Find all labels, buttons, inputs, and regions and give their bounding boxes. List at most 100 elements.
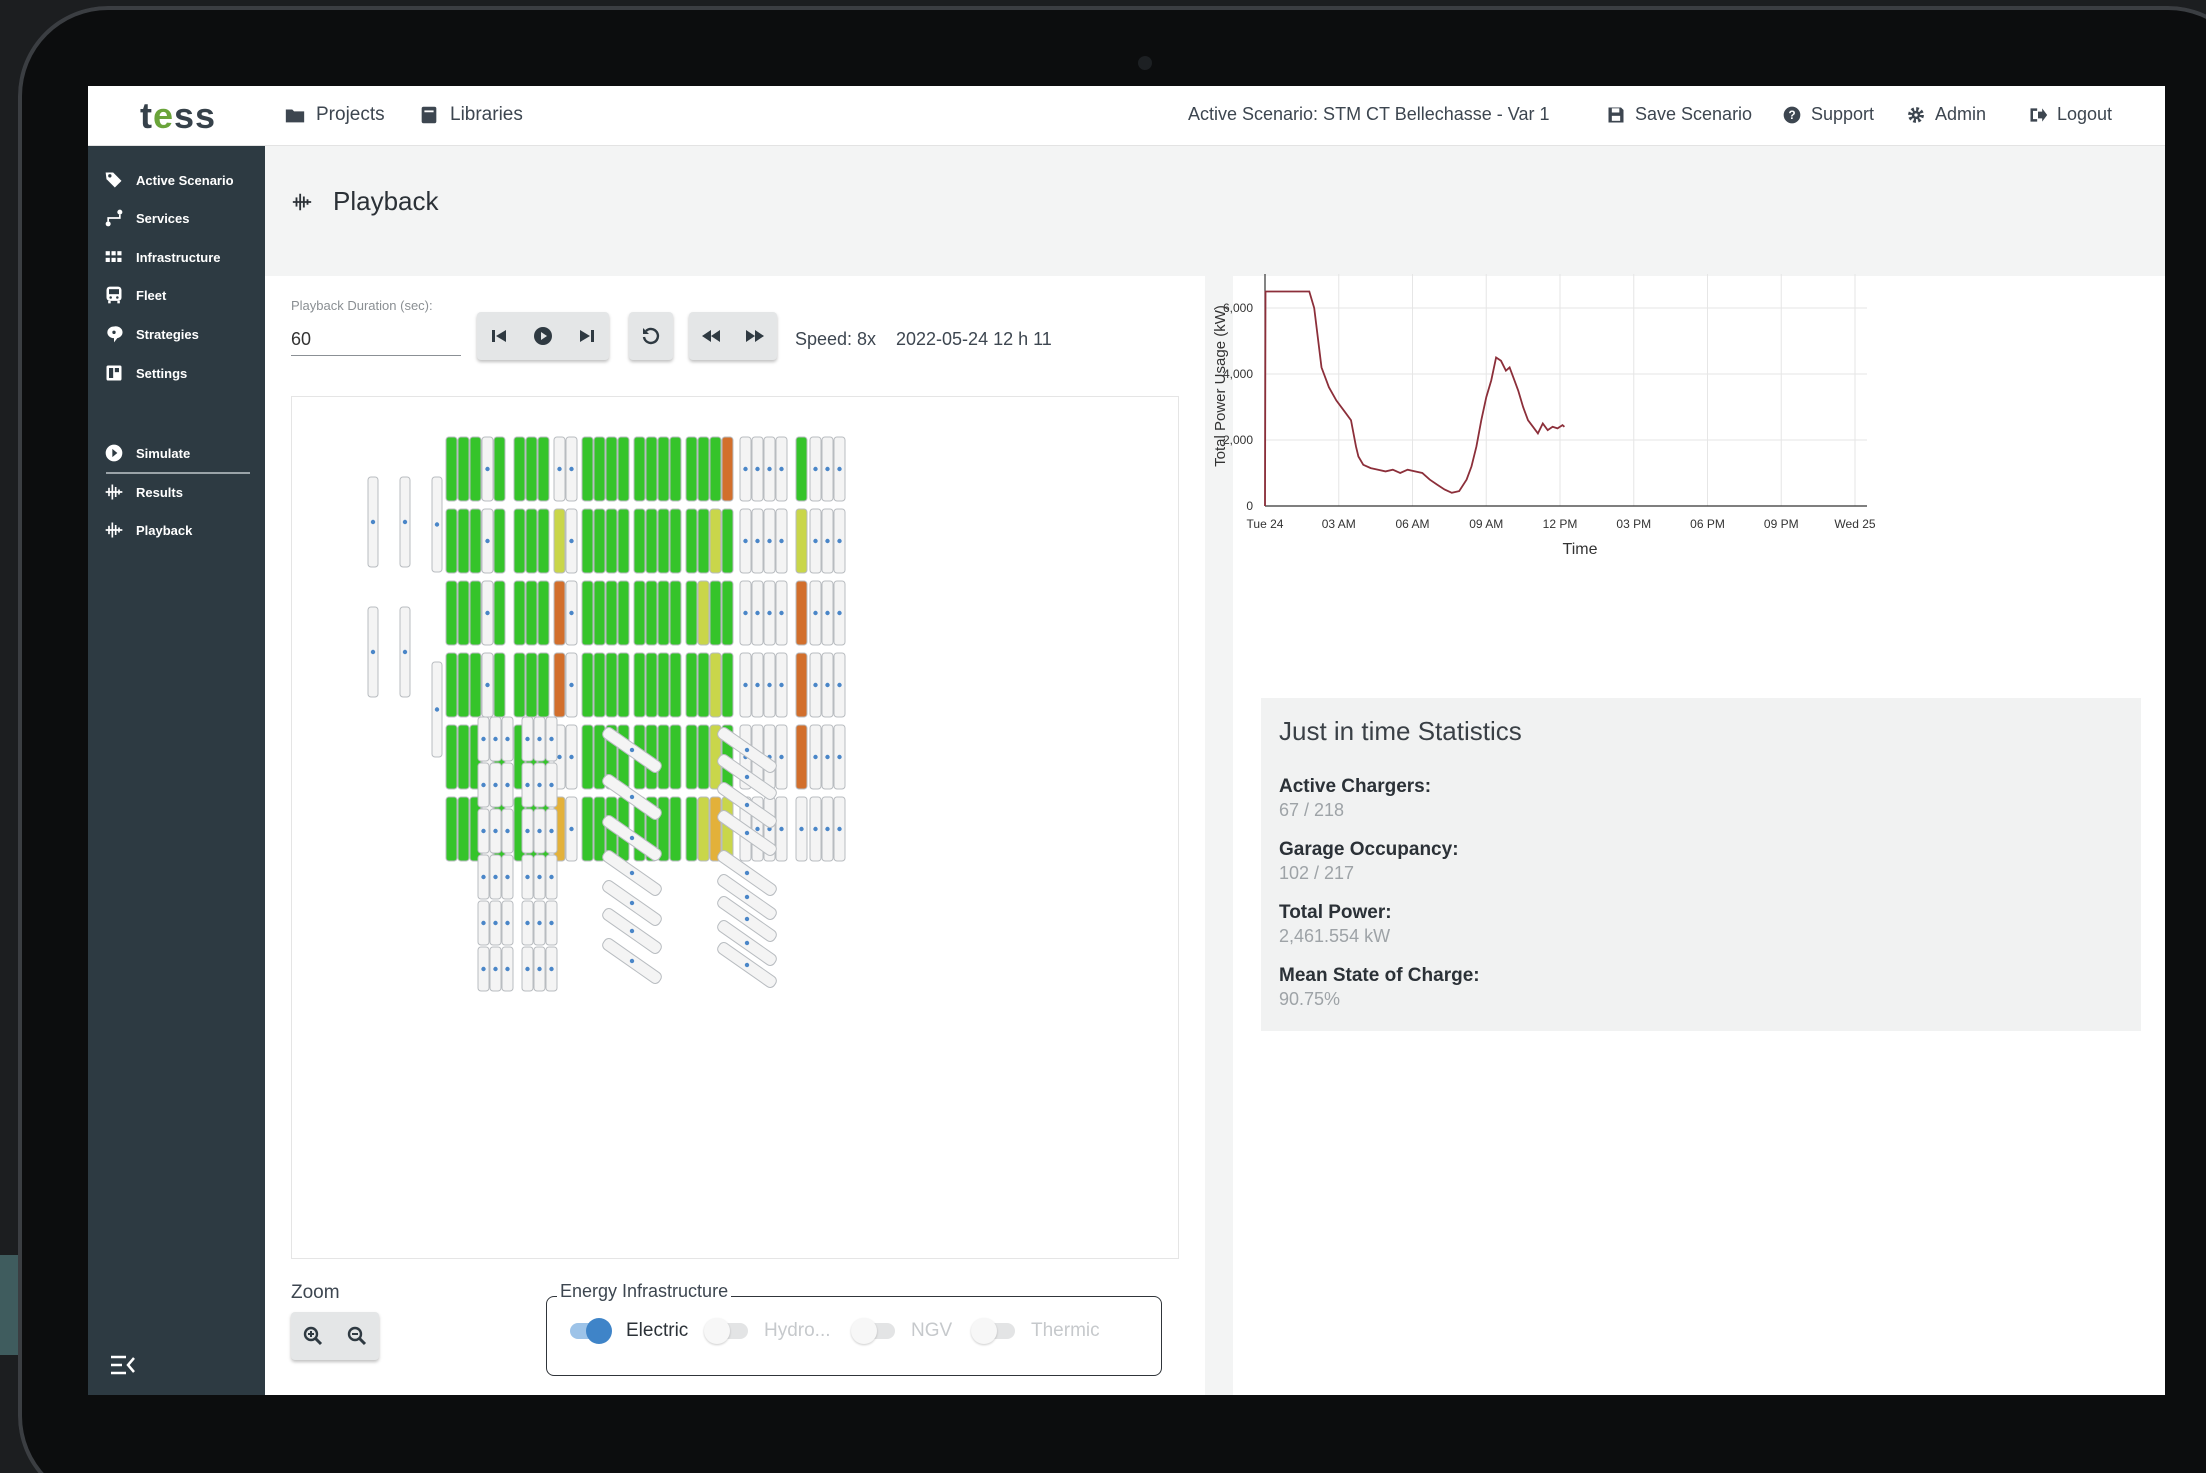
charging-bus xyxy=(697,724,710,790)
statistics-title: Just in time Statistics xyxy=(1279,716,1522,746)
charger-marker xyxy=(493,736,498,742)
toggle-thermic[interactable]: Thermic xyxy=(971,1318,1100,1344)
gear-icon xyxy=(1908,106,1924,123)
charger-marker xyxy=(434,707,440,712)
x-tick-label: Wed 25 xyxy=(1834,517,1875,531)
x-tick-label: 03 PM xyxy=(1616,517,1651,531)
charger-marker xyxy=(505,874,510,880)
charging-bus xyxy=(657,724,670,790)
logout-label: Logout xyxy=(2057,104,2113,124)
charger-marker xyxy=(505,736,510,742)
sidebar-item-active-scenario[interactable]: Active Scenario xyxy=(104,170,234,190)
charging-bus xyxy=(581,724,594,790)
stat-value: 102 / 217 xyxy=(1279,863,1355,883)
charger-marker xyxy=(837,754,842,760)
toggle-electric[interactable]: Electric xyxy=(570,1318,688,1344)
charging-bus xyxy=(685,724,698,790)
charging-bus xyxy=(581,796,594,862)
energy-infrastructure-legend: Energy Infrastructure xyxy=(557,1281,732,1302)
zoom-in-icon xyxy=(303,1326,323,1346)
charger-marker xyxy=(549,966,554,972)
question-circle-icon: ? xyxy=(1783,106,1801,123)
sidebar-item-playback[interactable]: Playback xyxy=(104,520,192,540)
stat-label: Mean State of Charge: xyxy=(1279,965,1480,986)
zoom-out-icon xyxy=(347,1326,367,1346)
charger-marker xyxy=(505,966,510,972)
charger-marker xyxy=(493,966,498,972)
y-axis-label: Total Power Usage (kW) xyxy=(1212,305,1229,467)
save-scenario-button[interactable]: Save Scenario xyxy=(1606,104,1752,125)
charger-marker xyxy=(549,736,554,742)
charging-bus xyxy=(669,724,682,790)
support-label: Support xyxy=(1811,104,1875,124)
book-icon xyxy=(421,106,437,124)
app-screen: tess Projects Libraries Active Scenario:… xyxy=(88,86,2165,1395)
x-tick-label: 09 AM xyxy=(1469,517,1503,531)
support-button[interactable]: ? Support xyxy=(1782,104,1874,125)
charger-marker xyxy=(813,826,818,832)
charger-marker xyxy=(493,920,498,926)
main-content: Playback Playback Duration (sec): Speed:… xyxy=(265,146,2165,1395)
charger-marker xyxy=(525,874,530,880)
libraries-link[interactable]: Libraries xyxy=(418,104,523,126)
charger-marker xyxy=(481,920,486,926)
bus-icon xyxy=(106,286,122,304)
zoom-out-button[interactable] xyxy=(335,1312,379,1360)
tess-logo[interactable]: tess xyxy=(140,95,216,137)
sidebar-item-infrastructure[interactable]: Infrastructure xyxy=(104,247,221,267)
collapse-menu-icon[interactable] xyxy=(110,1354,136,1376)
x-tick-label: 03 AM xyxy=(1322,517,1356,531)
toggle-knob xyxy=(586,1318,612,1344)
charger-marker xyxy=(481,782,486,788)
admin-button[interactable]: Admin xyxy=(1906,104,1986,125)
charging-bus xyxy=(685,796,698,862)
sidebar-item-results[interactable]: Results xyxy=(104,482,183,502)
charger-marker xyxy=(557,754,562,760)
charger-marker xyxy=(481,736,486,742)
x-tick-label: Tue 24 xyxy=(1247,517,1284,531)
power-series-line xyxy=(1264,290,1566,507)
charger-marker xyxy=(569,826,574,832)
brain-icon xyxy=(107,326,123,343)
sidebar: Active Scenario Services Infrastructure … xyxy=(88,146,265,1395)
charger-marker xyxy=(779,754,784,760)
stat-label: Active Chargers: xyxy=(1279,776,1432,797)
projects-link[interactable]: Projects xyxy=(284,104,385,126)
sidebar-item-services[interactable]: Services xyxy=(104,208,190,228)
active-scenario-text: Active Scenario: STM CT Bellechasse - Va… xyxy=(1188,104,1549,125)
zoom-label: Zoom xyxy=(291,1282,340,1303)
zoom-controls xyxy=(291,1312,379,1360)
logout-button[interactable]: Logout xyxy=(2028,104,2112,125)
toggle-ngv[interactable]: NGV xyxy=(851,1318,952,1344)
libraries-label: Libraries xyxy=(450,104,523,125)
charger-marker xyxy=(569,754,574,760)
statistics-card: Just in time Statistics Active Chargers:… xyxy=(1261,698,2141,1031)
charger-marker xyxy=(505,920,510,926)
toggle-knob xyxy=(704,1318,730,1344)
toggle-track xyxy=(851,1318,895,1344)
charger-marker xyxy=(537,736,542,742)
save-scenario-label: Save Scenario xyxy=(1635,104,1753,124)
settings-square-icon xyxy=(106,365,122,381)
stat-label: Total Power: xyxy=(1279,902,1392,923)
sidebar-item-strategies[interactable]: Strategies xyxy=(104,324,199,344)
play-circle-icon xyxy=(105,444,123,462)
route-icon xyxy=(105,209,123,227)
charger-marker xyxy=(549,874,554,880)
charger-marker xyxy=(813,754,818,760)
toggle-knob xyxy=(851,1318,877,1344)
sidebar-item-simulate[interactable]: Simulate xyxy=(104,443,190,463)
charger-marker xyxy=(799,826,804,832)
projects-label: Projects xyxy=(316,104,385,125)
toggle-track xyxy=(704,1318,748,1344)
sidebar-item-settings[interactable]: Settings xyxy=(104,363,187,383)
toggle-hydrogen[interactable]: Hydro... xyxy=(704,1318,831,1344)
charger-marker xyxy=(525,736,530,742)
stat-label: Garage Occupancy: xyxy=(1279,839,1459,860)
charger-marker xyxy=(537,782,542,788)
sidebar-item-fleet[interactable]: Fleet xyxy=(104,285,166,305)
charging-bus xyxy=(445,724,458,790)
charger-marker xyxy=(493,874,498,880)
zoom-in-button[interactable] xyxy=(291,1312,335,1360)
charger-marker xyxy=(549,828,554,834)
